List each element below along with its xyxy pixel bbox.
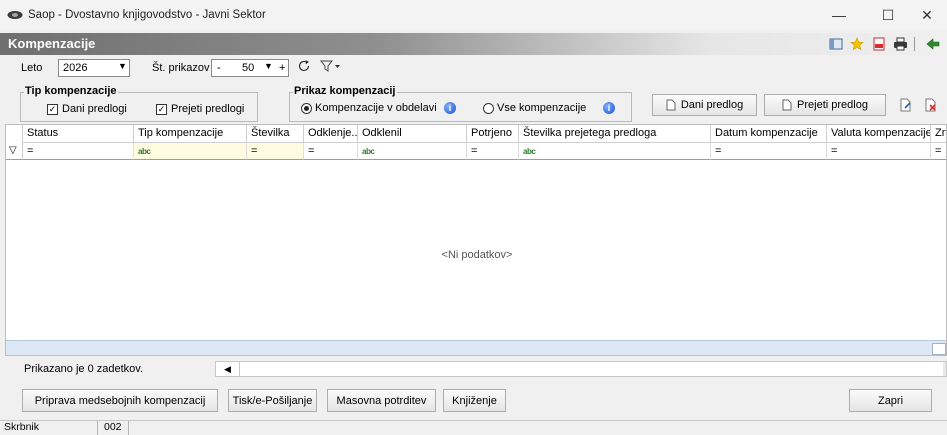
leto-label: Leto [21,62,43,74]
filter-icon[interactable] [319,59,342,75]
edit-document-icon[interactable] [899,98,913,112]
contains-operator-icon: abc [523,147,536,156]
scroll-left-icon[interactable]: ◀ [216,362,240,376]
column-header-valuta-kompenzacije[interactable]: Valuta kompenzacije [827,125,931,143]
status-divider [97,421,98,435]
equals-operator-icon: = [308,145,315,157]
window-title: Saop - Dvostavno knjigovodstvo - Javni S… [28,9,266,21]
equals-operator-icon: = [251,145,258,157]
star-icon[interactable] [849,36,865,52]
status-code: 002 [104,421,122,433]
status-divider [128,421,129,435]
prikaz-kompenzacij-title: Prikaz kompenzacij [293,85,397,97]
dani-predlogi-label: Dani predlogi [62,103,127,115]
column-header-status[interactable]: Status [23,125,134,143]
dani-predlog-label: Dani predlog [680,99,744,111]
prejeti-predlogi-checkbox[interactable]: ✓ [156,104,167,115]
pdf-icon[interactable] [871,36,887,52]
vse-kompenzacije-label: Vse kompenzacije [497,102,587,114]
scrollbar-track[interactable] [240,362,943,376]
masovna-potrditev-button[interactable]: Masovna potrditev [327,389,436,412]
layout-icon[interactable] [828,36,844,52]
v-obdelavi-label: Kompenzacije v obdelavi [315,102,437,114]
summary-cell [932,343,946,355]
decrement-button[interactable]: - [217,62,221,74]
close-window-button[interactable]: ✕ [907,4,947,26]
exit-icon[interactable] [925,36,941,52]
leto-select[interactable]: 2026 ▼ [58,59,130,77]
st-prikazov-stepper[interactable]: - 50 ▼ + [211,59,289,77]
st-prikazov-label: Št. prikazov [152,62,210,74]
info-icon[interactable]: i [603,102,615,114]
tisk-posiljanje-button[interactable]: Tisk/e-Pošiljanje [228,389,317,412]
knjizenje-button[interactable]: Knjiženje [443,389,506,412]
contains-operator-icon: abc [362,147,375,156]
increment-button[interactable]: + [279,62,285,74]
grid-summary-row [6,340,946,355]
column-header-stevilka[interactable]: Številka [247,125,304,143]
info-icon[interactable]: i [444,102,456,114]
module-header: Kompenzacije [0,33,947,55]
module-title: Kompenzacije [8,36,96,51]
row-indicator-header: ▽ [6,125,23,160]
refresh-icon[interactable] [297,59,313,75]
zapri-button[interactable]: Zapri [849,389,932,412]
filter-cell-znesek[interactable]: = [931,143,946,160]
document-icon [782,99,792,111]
column-header-datum-kompenzacije[interactable]: Datum kompenzacije [711,125,827,143]
vse-kompenzacije-radio[interactable] [483,103,494,114]
equals-operator-icon: = [831,145,838,157]
filter-cell-datum-kompenzacije[interactable]: = [711,143,827,160]
equals-operator-icon: = [715,145,722,157]
minimize-button[interactable]: — [819,4,859,26]
filter-cell-odklenjeno[interactable]: = [304,143,358,160]
filter-cell-stevilka-prejetega-predloga[interactable]: abc [519,143,711,160]
kompenzacije-grid[interactable]: ▽ Status Tip kompenzacije Številka Odklenje… [5,124,947,356]
no-data-message: <Ni podatkov> [441,249,513,261]
window-titlebar: Saop - Dvostavno knjigovodstvo - Javni S… [0,0,947,30]
filter-cell-valuta-kompenzacije[interactable]: = [827,143,931,160]
column-header-odklenil[interactable]: Odklenil [358,125,467,143]
priprava-kompenzacij-button[interactable]: Priprava medsebojnih kompenzacij [22,389,218,412]
tip-kompenzacije-title: Tip kompenzacije [24,85,118,97]
document-icon [666,99,676,111]
delete-document-icon[interactable] [924,98,938,112]
status-bar: Skrbnik 002 [0,420,947,435]
prejeti-predlog-button[interactable]: Prejeti predlog [764,94,886,116]
equals-operator-icon: = [935,145,942,157]
maximize-button[interactable]: ☐ [868,4,908,26]
leto-value: 2026 [63,62,88,74]
v-obdelavi-radio[interactable] [301,103,312,114]
filter-row-icon: ▽ [9,145,17,156]
column-header-stevilka-prejetega-predloga[interactable]: Številka prejetega predloga [519,125,711,143]
filter-cell-tip-kompenzacije[interactable]: abc [134,143,247,160]
horizontal-scrollbar[interactable]: ◀ [215,361,947,377]
chevron-down-icon[interactable]: ▼ [264,61,273,71]
dani-predlogi-checkbox[interactable]: ✓ [47,104,58,115]
column-header-potrjeno[interactable]: Potrjeno [467,125,519,143]
toolbar-divider [914,37,915,51]
filter-cell-stevilka[interactable]: = [247,143,304,160]
prejeti-predlog-label: Prejeti predlog [797,99,868,111]
app-logo-icon [7,11,23,19]
st-prikazov-value: 50 [242,62,255,74]
equals-operator-icon: = [27,145,34,157]
column-header-znesek[interactable]: Zne [931,125,946,143]
chevron-down-icon: ▼ [118,61,127,71]
contains-operator-icon: abc [138,147,151,156]
filter-cell-status[interactable]: = [23,143,134,160]
record-count-text: Prikazano je 0 zadetkov. [24,363,144,375]
column-header-odklenjeno[interactable]: Odklenje... [304,125,358,143]
status-user: Skrbnik [4,421,40,433]
column-header-tip-kompenzacije[interactable]: Tip kompenzacije [134,125,247,143]
prejeti-predlogi-label: Prejeti predlogi [171,103,245,115]
printer-icon[interactable] [892,36,908,52]
filter-cell-potrjeno[interactable]: = [467,143,519,160]
dani-predlog-button[interactable]: Dani predlog [652,94,757,116]
equals-operator-icon: = [471,145,478,157]
filter-cell-odklenil[interactable]: abc [358,143,467,160]
